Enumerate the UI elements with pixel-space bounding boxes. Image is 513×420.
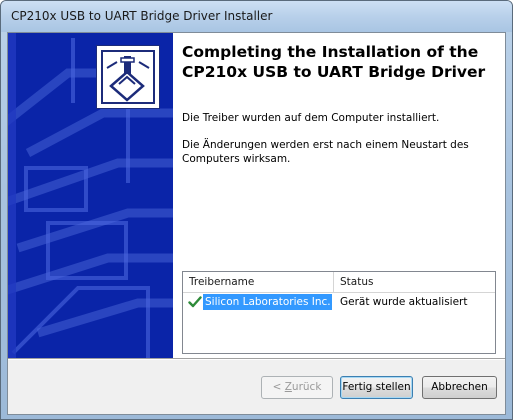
checkmark-icon: [188, 296, 202, 308]
page-title: Completing the Installation of the CP210…: [182, 43, 486, 81]
list-header: Treibername Status: [183, 272, 495, 293]
table-row[interactable]: Silicon Laboratories Inc. ... Gerät wurd…: [183, 293, 495, 311]
back-button-rest: urück: [291, 381, 322, 393]
usb-installer-icon: [96, 45, 160, 109]
driver-name-cell[interactable]: Silicon Laboratories Inc. ...: [203, 294, 332, 310]
column-header-driver-name[interactable]: Treibername: [183, 272, 334, 292]
back-button-mnemonic: Z: [284, 381, 292, 393]
cancel-button[interactable]: Abbrechen: [422, 376, 497, 399]
driver-list[interactable]: Treibername Status Silicon Laboratories …: [182, 271, 496, 354]
driver-status-cell: Gerät wurde aktualisiert: [340, 296, 468, 308]
finish-button[interactable]: Fertig stellen: [340, 376, 413, 399]
button-bar: < Zurück Fertig stellen Abbrechen: [8, 360, 505, 414]
back-button-prefix: <: [272, 381, 285, 393]
title-bar[interactable]: CP210x USB to UART Bridge Driver Install…: [1, 1, 512, 32]
install-message: Die Treiber wurden auf dem Computer inst…: [182, 112, 440, 124]
column-header-status[interactable]: Status: [334, 272, 495, 292]
window-title: CP210x USB to UART Bridge Driver Install…: [11, 9, 273, 23]
wizard-body: Completing the Installation of the CP210…: [7, 32, 506, 415]
installer-window: CP210x USB to UART Bridge Driver Install…: [0, 0, 513, 420]
wizard-sidebar: [8, 33, 173, 358]
back-button[interactable]: < Zurück: [261, 376, 333, 399]
restart-message: Die Änderungen werden erst nach einem Ne…: [182, 139, 469, 165]
